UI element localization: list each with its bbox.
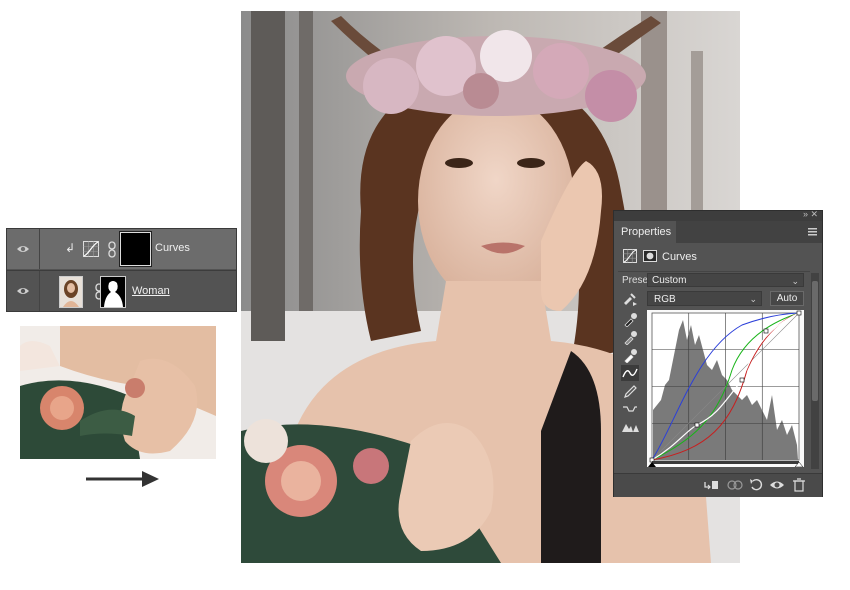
channel-dropdown[interactable]: RGB ⌄ — [647, 291, 762, 306]
curves-graph[interactable] — [647, 310, 804, 467]
divider — [618, 271, 810, 272]
layer-name-woman[interactable]: Woman — [132, 285, 170, 297]
sample-image-icon[interactable] — [621, 291, 639, 307]
auto-button[interactable]: Auto — [770, 291, 804, 306]
preset-value: Custom — [652, 275, 687, 286]
eye-icon[interactable] — [16, 285, 30, 297]
preset-dropdown[interactable]: Custom ⌄ — [647, 273, 804, 287]
panel-footer — [614, 473, 822, 497]
properties-panel: » ✕ Properties Curves Preset: Custom ⌄ R… — [613, 209, 823, 497]
before-image — [20, 326, 216, 459]
arrow-right-icon — [86, 471, 159, 487]
chevron-down-icon: ⌄ — [749, 294, 757, 304]
eyedropper-white-icon[interactable] — [621, 347, 639, 363]
visibility-icon[interactable] — [768, 477, 786, 493]
view-previous-icon[interactable] — [726, 477, 744, 493]
scrollbar-thumb[interactable] — [812, 281, 818, 401]
close-icon[interactable]: ✕ — [810, 209, 818, 220]
clip-to-layer-icon[interactable] — [702, 477, 720, 493]
layer-mask-thumbnail[interactable] — [119, 231, 152, 267]
reset-icon[interactable] — [748, 477, 766, 493]
layer-name-curves[interactable]: Curves — [155, 242, 190, 254]
eyedropper-gray-icon[interactable] — [621, 329, 639, 345]
collapse-icon[interactable]: » — [803, 209, 808, 219]
eye-icon[interactable] — [16, 243, 30, 255]
layer-row-woman[interactable]: Woman — [7, 270, 236, 311]
clip-arrow-icon: ↲ — [65, 241, 76, 255]
tab-properties[interactable]: Properties — [614, 221, 676, 243]
smooth-icon[interactable] — [621, 401, 639, 417]
panel-titlebar[interactable]: » ✕ — [614, 209, 822, 221]
layers-panel: ↲ Curves Woman — [6, 228, 237, 312]
layer-row-curves[interactable]: ↲ Curves — [7, 229, 236, 269]
panel-menu-icon[interactable] — [808, 228, 817, 236]
adjustment-title: Curves — [662, 251, 697, 263]
channel-value: RGB — [654, 294, 676, 305]
clipping-warning-icon[interactable] — [621, 419, 639, 435]
eyedropper-black-icon[interactable] — [621, 311, 639, 327]
curves-adjustment-icon[interactable] — [623, 249, 637, 263]
chevron-down-icon: ⌄ — [791, 276, 799, 286]
curve-edit-icon[interactable] — [621, 365, 639, 381]
visibility-toggle[interactable] — [7, 271, 40, 311]
chain-link-icon[interactable] — [107, 241, 117, 258]
layer-thumbnail[interactable] — [59, 276, 83, 308]
layer-mask-icon[interactable] — [643, 249, 657, 263]
layer-mask-thumbnail[interactable] — [100, 276, 126, 308]
trash-icon[interactable] — [790, 477, 808, 493]
pencil-icon[interactable] — [621, 383, 639, 399]
adjustment-header: Curves — [614, 245, 822, 269]
visibility-toggle[interactable] — [7, 229, 40, 269]
panel-tabbar: Properties — [614, 221, 822, 243]
curves-adjustment-icon — [83, 241, 99, 257]
